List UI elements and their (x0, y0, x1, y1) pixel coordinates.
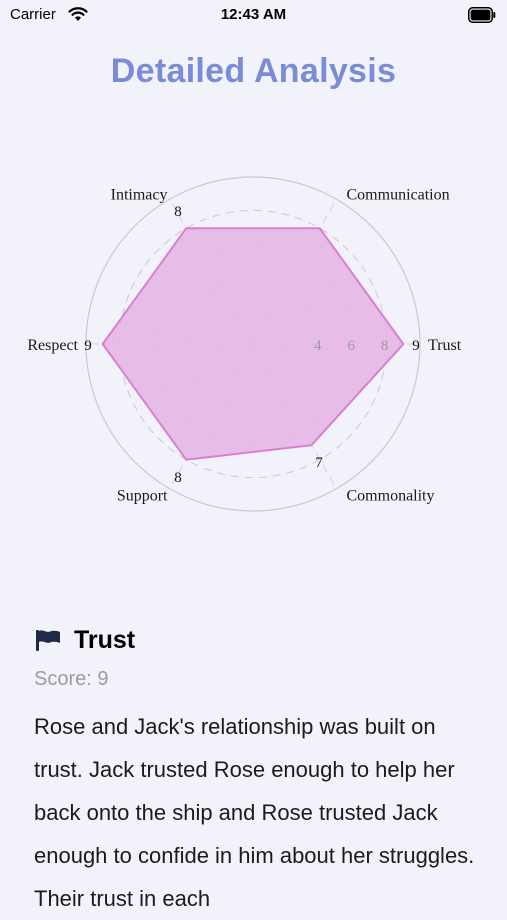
page-title: Detailed Analysis (110, 52, 397, 90)
radar-axis-label: Respect (27, 337, 78, 354)
radar-value-label: 9 (84, 338, 92, 354)
detail-title: Trust (74, 625, 136, 654)
detail-description: Rose and Jack's relationship was built o… (34, 714, 475, 911)
radar-tick-label: 4 (314, 338, 322, 354)
battery-icon (468, 7, 496, 23)
score-label: Score: 9 (34, 668, 109, 690)
status-bar: Carrier 12:43 AM (0, 0, 507, 30)
detail-section: Trust Score: 9 Rose and Jack's relations… (34, 620, 479, 920)
radar-tick-label: 6 (347, 338, 355, 354)
radar-value-label: 7 (315, 455, 323, 471)
detail-header: Trust (34, 620, 479, 660)
radar-value-label: 8 (174, 470, 182, 486)
flag-icon (36, 630, 60, 651)
radar-value-label: 8 (174, 204, 182, 220)
radar-tick-label: 8 (381, 338, 389, 354)
radar-axis-label: Intimacy (111, 186, 168, 203)
radar-value-label: 9 (412, 338, 420, 354)
radar-axis-label: Commonality (347, 488, 435, 505)
radar-axis-label: Trust (428, 337, 462, 354)
radar-axis-label: Support (117, 488, 168, 505)
radar-axis-label: Communication (347, 186, 450, 203)
radar-data-area (101, 227, 405, 461)
radar-chart: 4 6 8 9 Trust Communication 8 Intimacy 9 Respect 8… (27, 176, 462, 512)
clock: 12:43 AM (220, 6, 287, 23)
